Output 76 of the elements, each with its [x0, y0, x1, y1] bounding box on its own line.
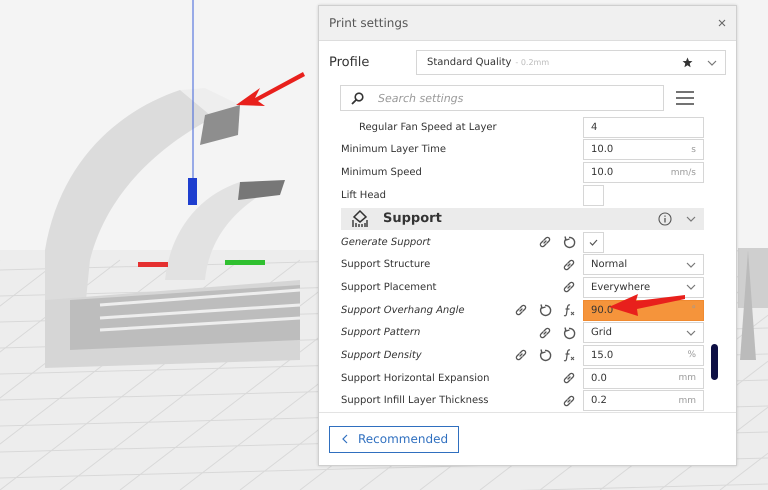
field-value: 0.2 — [591, 395, 607, 406]
link-icon[interactable] — [562, 258, 576, 272]
chevron-down-icon — [686, 284, 696, 290]
profile-dropdown[interactable]: Standard Quality - 0.2mm — [416, 50, 726, 75]
link-icon[interactable] — [562, 394, 576, 408]
link-icon[interactable] — [538, 326, 552, 340]
scrollbar-thumb[interactable] — [711, 344, 718, 380]
reset-icon[interactable] — [538, 303, 552, 318]
unit-label: mm — [678, 373, 696, 384]
setting-label: Support Pattern — [341, 327, 422, 338]
field-value: 4 — [591, 122, 598, 133]
chevron-down-icon[interactable] — [686, 214, 696, 224]
profile-name: Standard Quality — [427, 57, 512, 68]
field-value: 10.0 — [591, 144, 614, 156]
profile-detail: - 0.2mm — [515, 58, 550, 67]
profile-label: Profile — [329, 55, 370, 70]
section-title: Support — [383, 211, 443, 226]
link-icon[interactable] — [514, 303, 528, 318]
dropdown-value: Grid — [591, 327, 612, 338]
number-field[interactable]: 15.0 % — [583, 344, 704, 366]
close-icon[interactable] — [718, 19, 726, 27]
field-value: 90.0 — [591, 304, 614, 316]
unit-label: s — [691, 144, 696, 155]
number-field[interactable]: 10.0 s — [583, 139, 704, 160]
link-icon[interactable] — [562, 371, 576, 386]
reset-icon[interactable] — [562, 326, 576, 340]
unit-label: mm — [678, 396, 696, 406]
setting-label: Generate Support — [341, 236, 432, 248]
link-icon[interactable] — [538, 235, 552, 250]
setting-label: Regular Fan Speed at Layer — [358, 122, 497, 133]
annotation-arrow — [236, 72, 305, 106]
setting-label: Minimum Layer Time — [341, 144, 448, 156]
link-icon[interactable] — [514, 348, 528, 362]
unit-label: ° — [692, 305, 696, 316]
dropdown-value: Normal — [591, 259, 628, 270]
dropdown[interactable]: Grid — [583, 322, 704, 344]
number-field[interactable]: 0.0 mm — [583, 368, 704, 389]
field-value: 10.0 — [591, 167, 614, 178]
unit-label: mm/s — [670, 168, 696, 178]
recommended-button[interactable]: Recommended — [329, 426, 459, 452]
dropdown[interactable]: Normal — [583, 254, 704, 276]
number-field[interactable]: 4 — [583, 116, 704, 138]
chevron-down-icon — [707, 60, 717, 66]
chevron-down-icon — [686, 330, 696, 336]
setting-label: Support Overhang Angle — [341, 304, 466, 316]
setting-label: Support Horizontal Expansion — [341, 372, 490, 384]
setting-label: Support Density — [341, 350, 423, 361]
function-icon[interactable] — [562, 303, 576, 318]
star-icon[interactable] — [682, 57, 693, 68]
dropdown-value: Everywhere — [591, 282, 650, 293]
link-icon[interactable] — [562, 280, 576, 294]
chevron-left-icon — [342, 434, 348, 444]
reset-icon[interactable] — [538, 348, 552, 362]
reset-icon[interactable] — [562, 235, 576, 250]
chevron-down-icon — [686, 262, 696, 268]
dropdown[interactable]: Everywhere — [583, 276, 704, 298]
checkbox[interactable] — [583, 232, 604, 253]
checkbox[interactable] — [583, 184, 604, 206]
window-title: Print settings — [329, 16, 408, 30]
search-placeholder: Search settings — [378, 92, 464, 104]
setting-label: Support Placement — [341, 282, 438, 293]
field-value: 15.0 — [591, 350, 614, 361]
menu-icon[interactable] — [676, 91, 694, 105]
checkmark-icon — [589, 238, 598, 246]
setting-label: Support Structure — [341, 259, 432, 270]
search-icon — [351, 92, 364, 104]
unit-label: % — [687, 350, 696, 360]
support-icon — [351, 210, 369, 228]
setting-label: Support Infill Layer Thickness — [341, 395, 490, 406]
setting-label: Minimum Speed — [341, 167, 423, 178]
function-icon[interactable] — [562, 348, 576, 362]
field-value: 0.0 — [591, 372, 607, 384]
setting-label: Lift Head — [341, 190, 387, 201]
number-field[interactable]: 10.0 mm/s — [583, 162, 704, 184]
info-icon[interactable] — [658, 212, 672, 226]
number-field[interactable]: 0.2 mm — [583, 390, 704, 412]
